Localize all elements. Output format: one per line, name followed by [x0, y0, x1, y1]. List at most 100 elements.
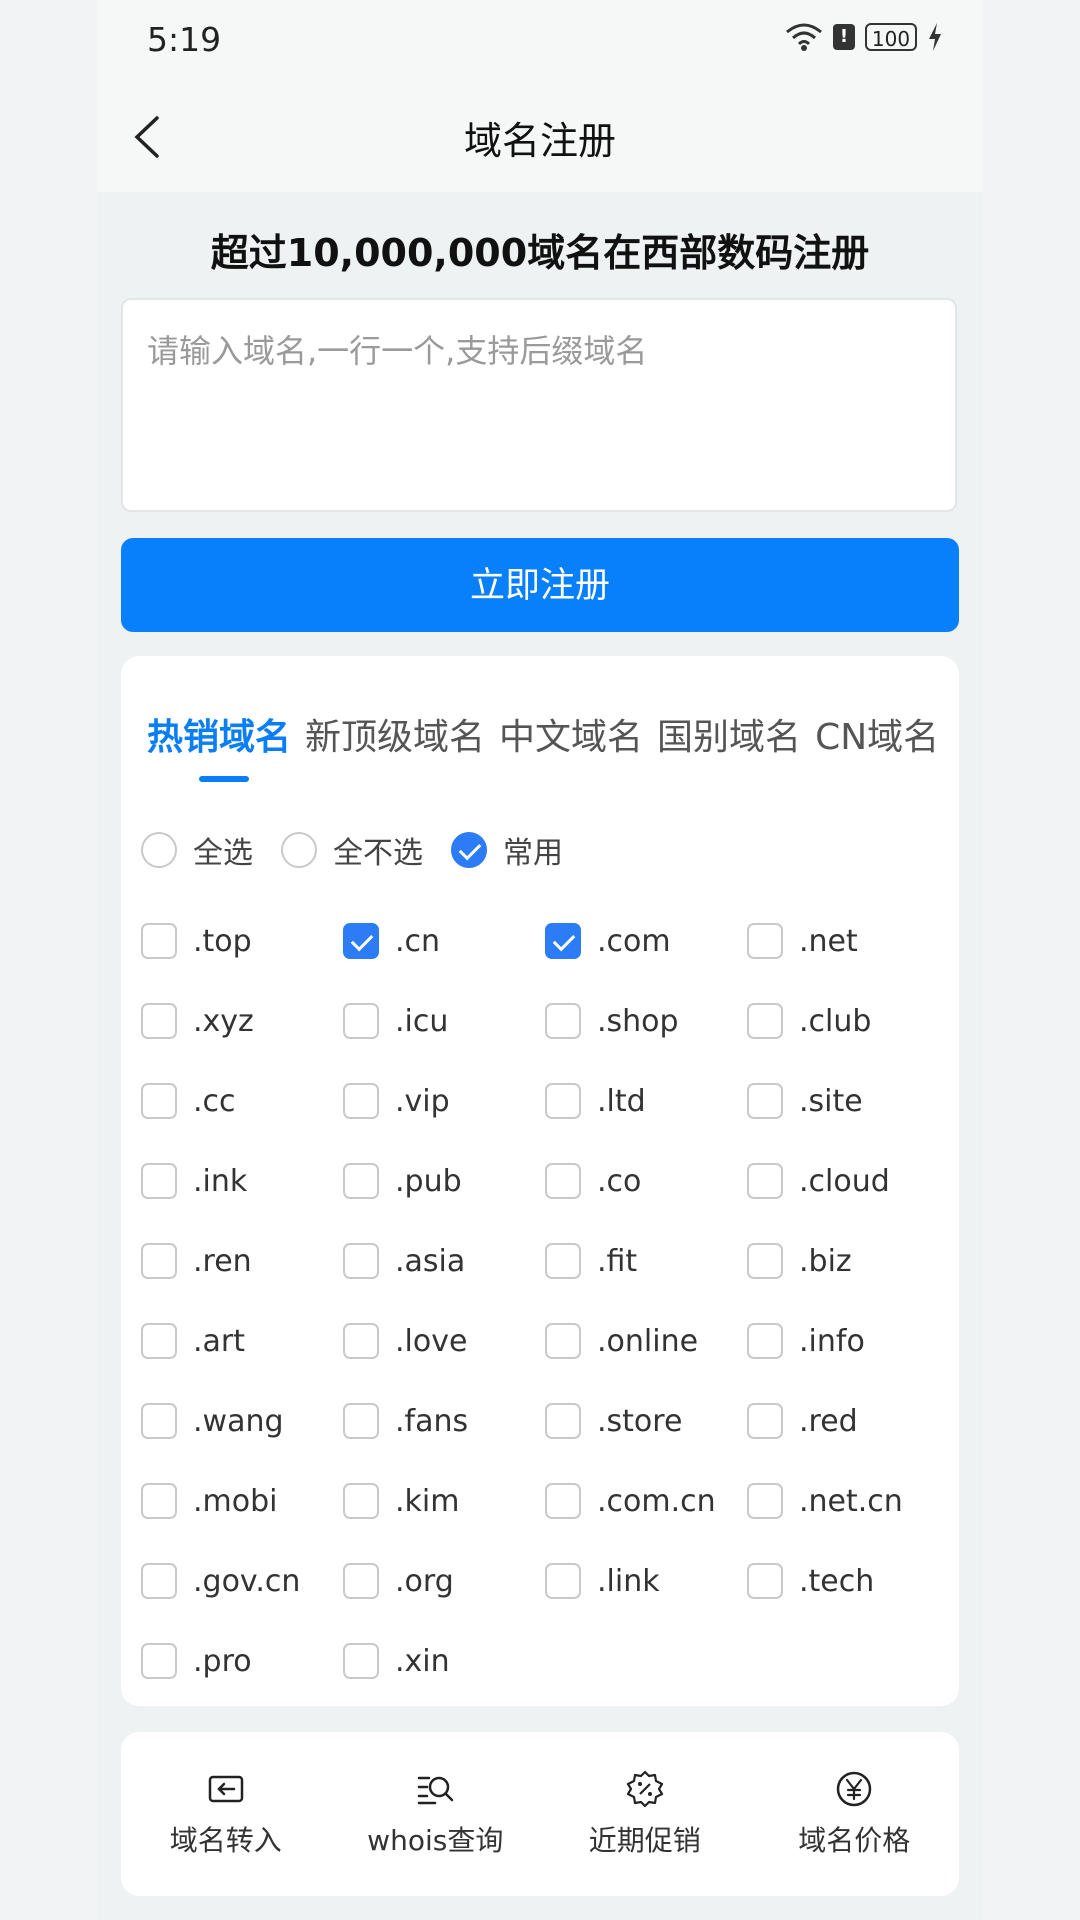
suffix-item[interactable]: .gov.cn	[141, 1541, 343, 1621]
select-common-label: 常用	[503, 836, 563, 871]
select-all-option[interactable]: 全选	[141, 828, 253, 872]
suffix-item[interactable]: .info	[747, 1301, 949, 1381]
suffix-item[interactable]: .ink	[141, 1141, 343, 1221]
whois-shortcut[interactable]: whois查询	[331, 1732, 541, 1896]
suffix-checkbox[interactable]	[141, 1163, 177, 1199]
suffix-item[interactable]: .net.cn	[747, 1461, 949, 1541]
suffix-item[interactable]: .fit	[545, 1221, 747, 1301]
select-all-radio[interactable]	[141, 832, 177, 868]
suffix-item[interactable]: .biz	[747, 1221, 949, 1301]
suffix-item[interactable]: .mobi	[141, 1461, 343, 1541]
suffix-checkbox[interactable]	[747, 1003, 783, 1039]
select-none-option[interactable]: 全不选	[281, 828, 423, 872]
domain-price-shortcut[interactable]: 域名价格	[750, 1732, 960, 1896]
suffix-item[interactable]: .fans	[343, 1381, 545, 1461]
suffix-checkbox[interactable]	[747, 1163, 783, 1199]
suffix-checkbox[interactable]	[545, 1483, 581, 1519]
suffix-item[interactable]: .online	[545, 1301, 747, 1381]
suffix-item[interactable]: .cn	[343, 901, 545, 981]
suffix-item[interactable]: .asia	[343, 1221, 545, 1301]
suffix-item[interactable]: .net	[747, 901, 949, 981]
suffix-item[interactable]: .love	[343, 1301, 545, 1381]
suffix-item[interactable]: .xyz	[141, 981, 343, 1061]
suffix-item[interactable]: .ren	[141, 1221, 343, 1301]
tab-hot-domains[interactable]: 热销域名	[147, 708, 291, 760]
select-common-option[interactable]: 常用	[451, 828, 563, 872]
suffix-label: .ink	[193, 1163, 248, 1199]
select-none-radio[interactable]	[281, 832, 317, 868]
suffix-checkbox[interactable]	[141, 1403, 177, 1439]
suffix-item[interactable]: .vip	[343, 1061, 545, 1141]
domain-transfer-shortcut[interactable]: 域名转入	[121, 1732, 331, 1896]
suffix-item[interactable]: .store	[545, 1381, 747, 1461]
suffix-item[interactable]: .tech	[747, 1541, 949, 1621]
suffix-checkbox[interactable]	[141, 1483, 177, 1519]
tab-chinese-domains[interactable]: 中文域名	[499, 708, 643, 760]
page-title: 域名注册	[463, 119, 616, 163]
suffix-item[interactable]: .ltd	[545, 1061, 747, 1141]
promotions-shortcut[interactable]: 近期促销	[540, 1732, 750, 1896]
suffix-item[interactable]: .club	[747, 981, 949, 1061]
suffix-item[interactable]: .co	[545, 1141, 747, 1221]
suffix-checkbox[interactable]	[545, 1323, 581, 1359]
suffix-checkbox[interactable]	[747, 1563, 783, 1599]
suffix-item[interactable]: .wang	[141, 1381, 343, 1461]
suffix-checkbox[interactable]	[141, 1003, 177, 1039]
suffix-item[interactable]: .red	[747, 1381, 949, 1461]
register-button[interactable]: 立即注册	[121, 538, 959, 632]
suffix-item[interactable]: .art	[141, 1301, 343, 1381]
suffix-label: .link	[597, 1563, 660, 1599]
suffix-checkbox[interactable]	[343, 1563, 379, 1599]
suffix-item[interactable]: .org	[343, 1541, 545, 1621]
suffix-item[interactable]: .top	[141, 901, 343, 981]
suffix-checkbox[interactable]	[343, 1243, 379, 1279]
suffix-label: .top	[193, 923, 252, 959]
suffix-checkbox[interactable]	[343, 1083, 379, 1119]
suffix-checkbox[interactable]	[747, 1243, 783, 1279]
suffix-item[interactable]: .com	[545, 901, 747, 981]
suffix-checkbox[interactable]	[343, 923, 379, 959]
suffix-checkbox[interactable]	[141, 1563, 177, 1599]
suffix-checkbox[interactable]	[747, 1083, 783, 1119]
suffix-checkbox[interactable]	[747, 1323, 783, 1359]
suffix-checkbox[interactable]	[747, 1403, 783, 1439]
suffix-checkbox[interactable]	[141, 1083, 177, 1119]
select-common-radio[interactable]	[451, 832, 487, 868]
suffix-checkbox[interactable]	[545, 1163, 581, 1199]
suffix-checkbox[interactable]	[747, 923, 783, 959]
suffix-item[interactable]: .link	[545, 1541, 747, 1621]
suffix-label: .com	[597, 923, 671, 959]
suffix-item[interactable]: .site	[747, 1061, 949, 1141]
suffix-item[interactable]: .pub	[343, 1141, 545, 1221]
suffix-checkbox[interactable]	[343, 1483, 379, 1519]
suffix-checkbox[interactable]	[545, 1003, 581, 1039]
suffix-item[interactable]: .kim	[343, 1461, 545, 1541]
suffix-checkbox[interactable]	[545, 1563, 581, 1599]
suffix-item[interactable]: .cloud	[747, 1141, 949, 1221]
suffix-item[interactable]: .icu	[343, 981, 545, 1061]
suffix-checkbox[interactable]	[343, 1163, 379, 1199]
suffix-item[interactable]: .cc	[141, 1061, 343, 1141]
suffix-checkbox[interactable]	[141, 1643, 177, 1679]
suffix-checkbox[interactable]	[141, 1323, 177, 1359]
suffix-item[interactable]: .com.cn	[545, 1461, 747, 1541]
suffix-checkbox[interactable]	[343, 1323, 379, 1359]
suffix-checkbox[interactable]	[141, 923, 177, 959]
suffix-checkbox[interactable]	[343, 1403, 379, 1439]
suffix-item[interactable]: .xin	[343, 1621, 545, 1701]
suffix-checkbox[interactable]	[343, 1003, 379, 1039]
tab-country-domains[interactable]: 国别域名	[657, 708, 801, 760]
suffix-checkbox[interactable]	[141, 1243, 177, 1279]
suffix-checkbox[interactable]	[545, 1243, 581, 1279]
suffix-checkbox[interactable]	[545, 923, 581, 959]
domain-input[interactable]	[121, 298, 957, 512]
tab-new-tld[interactable]: 新顶级域名	[305, 708, 485, 760]
suffix-checkbox[interactable]	[545, 1083, 581, 1119]
suffix-item[interactable]: .shop	[545, 981, 747, 1061]
suffix-item[interactable]: .pro	[141, 1621, 343, 1701]
tab-cn-domains[interactable]: CN域名	[815, 708, 939, 760]
alert-icon: !	[833, 24, 855, 50]
suffix-checkbox[interactable]	[747, 1483, 783, 1519]
suffix-checkbox[interactable]	[343, 1643, 379, 1679]
suffix-checkbox[interactable]	[545, 1403, 581, 1439]
